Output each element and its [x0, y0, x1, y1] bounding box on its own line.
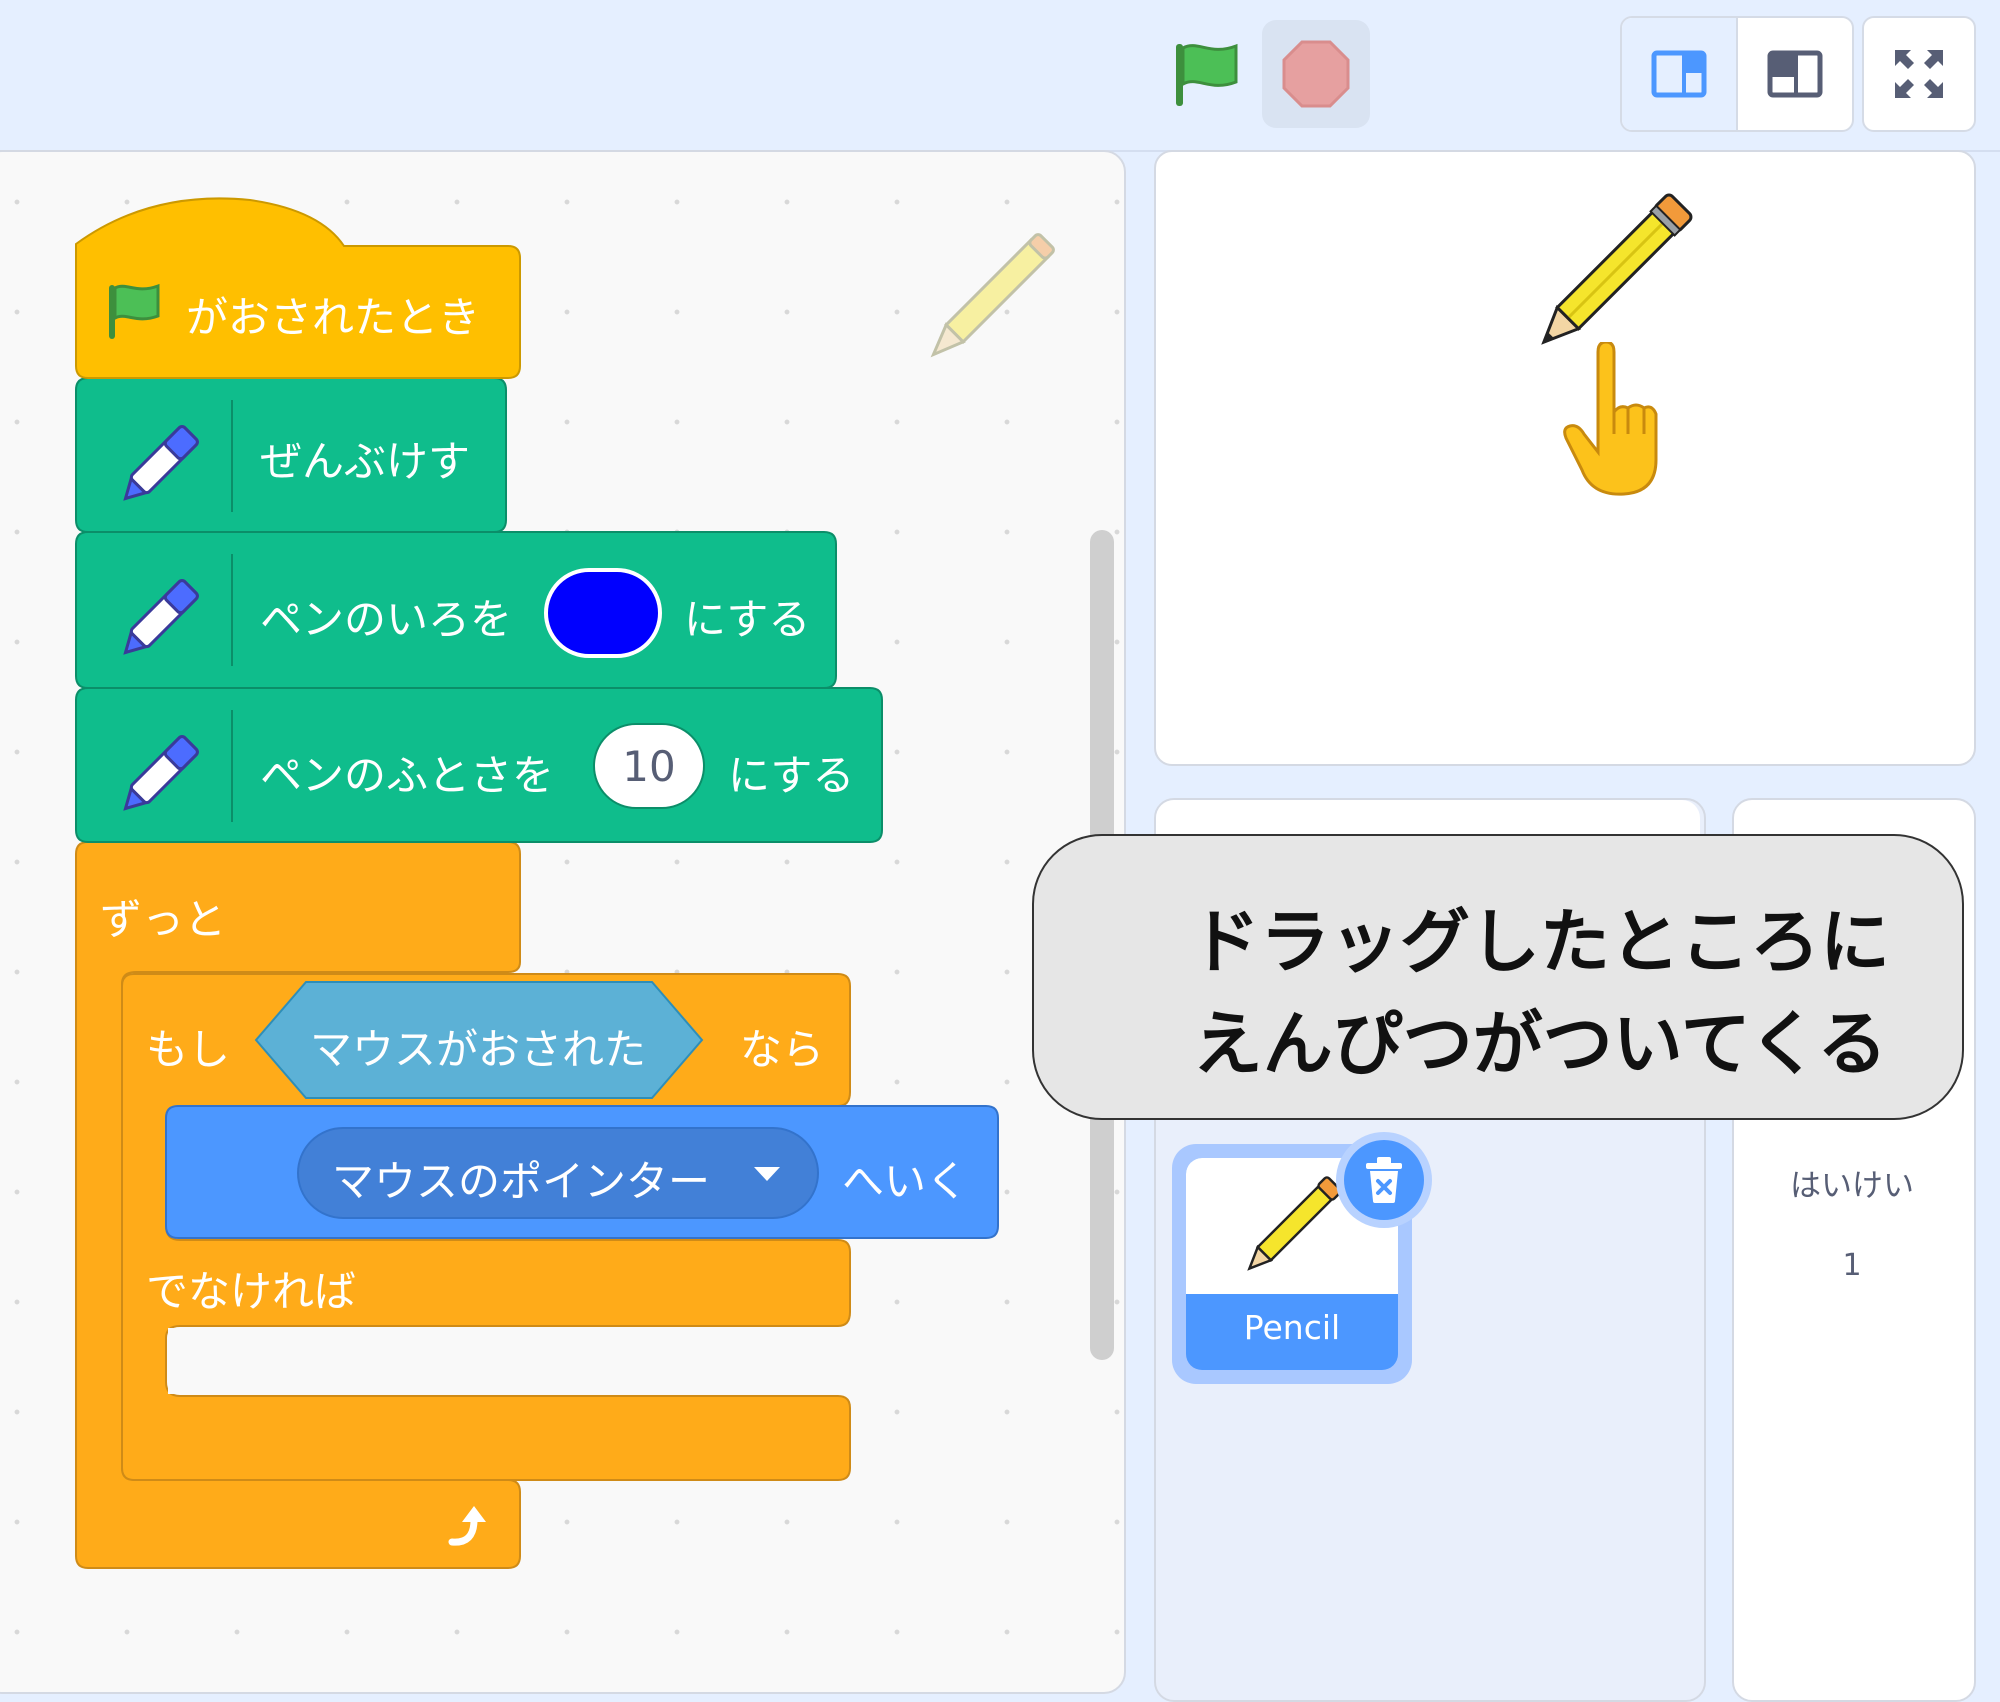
stop-button[interactable]	[1262, 20, 1370, 128]
callout-line-2: えんぴつがついてくる	[1192, 1003, 1888, 1085]
backdrop-count: 1	[1842, 1248, 1862, 1283]
set-size-suffix: にする	[728, 751, 855, 800]
green-flag-button[interactable]	[1152, 20, 1260, 128]
script-blocks	[75, 197, 999, 1569]
clear-block-label: ぜんぶけす	[260, 437, 471, 486]
green-flag-icon	[109, 283, 160, 339]
dropdown-arrow-icon	[754, 1167, 780, 1181]
pen-extension-icon	[123, 735, 199, 811]
goto-target-label: マウスのポインター	[332, 1157, 711, 1206]
delete-sprite-button-inner[interactable]	[1344, 1140, 1424, 1220]
stage[interactable]	[1154, 150, 1976, 766]
pen-extension-icon	[123, 425, 199, 501]
stop-icon	[1282, 40, 1350, 108]
fullscreen-icon	[1895, 50, 1943, 98]
then-label: なら	[740, 1025, 825, 1074]
empty-else-slot	[168, 1328, 288, 1394]
sprite-name: Pencil	[1243, 1308, 1341, 1347]
fullscreen-button[interactable]	[1862, 16, 1976, 132]
hat-block-label: がおされたとき	[186, 293, 481, 342]
loop-arrow-icon	[448, 1506, 486, 1546]
condition-label: マウスがおされた	[310, 1025, 647, 1074]
forever-label: ずっと	[100, 895, 227, 944]
small-stage-icon	[1651, 50, 1707, 98]
pen-color-swatch[interactable]	[544, 568, 662, 658]
callout-bubble: ドラッグしたところに えんぴつがついてくる	[1032, 834, 1964, 1120]
goto-suffix: へいく	[842, 1157, 969, 1206]
if-label: もし	[146, 1025, 231, 1074]
trash-icon	[1366, 1157, 1402, 1203]
pen-size-value[interactable]: 10	[594, 742, 704, 791]
small-stage-button[interactable]	[1622, 18, 1736, 130]
set-size-prefix: ペンのふとさを	[260, 751, 555, 800]
large-stage-icon	[1767, 50, 1823, 98]
delete-sprite-button[interactable]	[1336, 1132, 1432, 1228]
backdrop-label: はいけい	[1790, 1168, 1914, 1204]
set-color-prefix: ペンのいろを	[260, 595, 513, 644]
else-label: でなければ	[146, 1267, 357, 1316]
stage-size-toggle	[1620, 16, 1854, 132]
pen-extension-icon	[123, 579, 199, 655]
callout-line-1: ドラッグしたところに	[1190, 901, 1890, 983]
set-color-suffix: にする	[684, 595, 811, 644]
large-stage-button[interactable]	[1736, 18, 1852, 130]
pointing-hand	[1563, 342, 1658, 496]
green-flag-icon	[1176, 43, 1238, 106]
